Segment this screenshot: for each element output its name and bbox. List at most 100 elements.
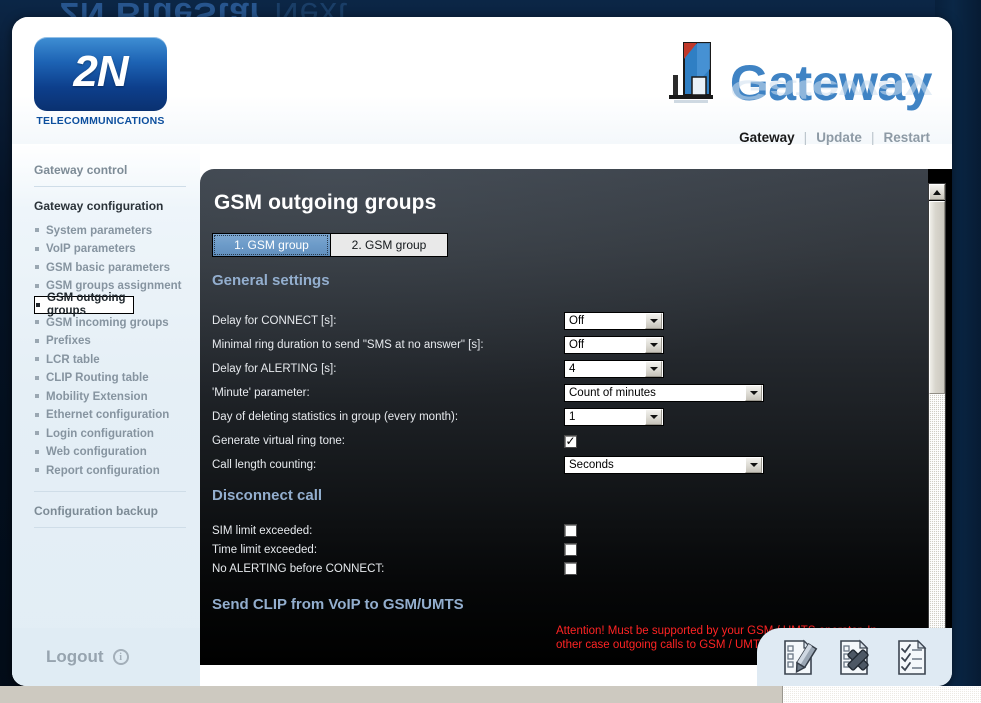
form-row-no-alerting-before-connect: No ALERTING before CONNECT: (212, 559, 928, 578)
checkbox-time-limit-exceeded[interactable] (564, 543, 577, 556)
chevron-down-icon[interactable] (645, 313, 662, 329)
label-sim-limit-exceeded: SIM limit exceeded: (212, 524, 313, 537)
checkbox-sim-limit-exceeded[interactable] (564, 524, 577, 537)
info-icon[interactable]: i (112, 649, 129, 665)
sidebar-divider-2 (34, 490, 186, 492)
sidebar-item-report-configuration[interactable]: Report configuration (34, 462, 186, 481)
form-row-min-ring-duration: Minimal ring duration to send "SMS at no… (212, 333, 928, 357)
form-row-delay-alerting: Delay for ALERTING [s]: 4 (212, 357, 928, 381)
label-time-limit-exceeded: Time limit exceeded: (212, 543, 318, 556)
topnav-item-restart[interactable]: Restart (883, 130, 930, 145)
disconnect-call-rows: SIM limit exceeded: Time limit exceeded:… (212, 521, 928, 578)
form-row-call-length-counting: Call length counting: Seconds (212, 453, 928, 477)
brand-logo: 2N TELECOMMUNICATIONS (34, 37, 167, 135)
topnav-separator-2: | (870, 130, 875, 145)
topnav-item-update[interactable]: Update (816, 130, 862, 145)
logo-badge: 2N (34, 37, 167, 111)
delete-document-icon[interactable] (834, 636, 876, 678)
product-name: Gateway (729, 55, 933, 111)
sidebar-section-gateway-configuration[interactable]: Gateway configuration (34, 196, 186, 222)
edit-document-icon[interactable] (778, 636, 820, 678)
sidebar-menu: System parameters VoIP parameters GSM ba… (34, 222, 186, 481)
label-delay-alerting: Delay for ALERTING [s]: (212, 363, 337, 375)
product-title-group: Gateway (664, 39, 933, 111)
label-virtual-ring-tone: Generate virtual ring tone: (212, 435, 345, 447)
sidebar-item-mobility-extension[interactable]: Mobility Extension (34, 388, 186, 407)
label-minute-parameter: 'Minute' parameter: (212, 387, 310, 399)
sidebar: Gateway control Gateway configuration Sy… (12, 144, 200, 686)
sidebar-item-gsm-basic-parameters[interactable]: GSM basic parameters (34, 259, 186, 278)
sidebar-item-gsm-outgoing-groups[interactable]: GSM outgoing groups (34, 292, 134, 317)
scrollbar-track[interactable] (929, 201, 945, 633)
scrollbar-inner (928, 183, 946, 651)
logout-label[interactable]: Logout (46, 647, 104, 667)
topnav-separator-1: | (803, 130, 808, 145)
chevron-down-icon[interactable] (645, 361, 662, 377)
status-strip-hatch (782, 686, 981, 703)
checkbox-no-alerting-before-connect[interactable] (564, 562, 577, 575)
topnav-item-gateway[interactable]: Gateway (739, 130, 795, 145)
sidebar-divider-1 (34, 186, 186, 187)
label-min-ring-duration: Minimal ring duration to send "SMS at no… (212, 339, 484, 351)
form-row-minute-parameter: 'Minute' parameter: Count of minutes (212, 381, 928, 405)
logo-text: 2N (73, 47, 128, 96)
header: 2N TELECOMMUNICATIONS Gateway Gateway Ga (12, 17, 952, 145)
select-min-ring-duration[interactable]: Off (564, 336, 664, 354)
tab-gsm-group-1[interactable]: 1. GSM group (212, 233, 330, 257)
app-card: 2N TELECOMMUNICATIONS Gateway Gateway Ga (12, 17, 952, 686)
gateway-door-icon (664, 39, 718, 111)
main-panel: GSM outgoing groups 1. GSM group 2. GSM … (200, 169, 952, 665)
chevron-down-icon[interactable] (745, 385, 762, 401)
label-call-length-counting: Call length counting: (212, 459, 317, 471)
select-call-length-counting[interactable]: Seconds (564, 456, 764, 474)
group-tabs: 1. GSM group 2. GSM group (212, 233, 448, 257)
select-min-ring-duration-value: Off (569, 339, 585, 351)
sidebar-section-configuration-backup[interactable]: Configuration backup (34, 501, 186, 527)
form-row-day-delete-statistics: Day of deleting statistics in group (eve… (212, 405, 928, 429)
form-row-delay-connect: Delay for CONNECT [s]: Off (212, 309, 928, 333)
sidebar-item-lcr-table[interactable]: LCR table (34, 351, 186, 370)
section-heading-disconnect-call: Disconnect call (212, 487, 323, 504)
select-minute-parameter-value: Count of minutes (569, 387, 656, 399)
bottom-status-strip (0, 686, 981, 703)
page-title: GSM outgoing groups (214, 191, 437, 214)
sidebar-item-system-parameters[interactable]: System parameters (34, 222, 186, 241)
sidebar-item-login-configuration[interactable]: Login configuration (34, 425, 186, 444)
select-delay-alerting[interactable]: 4 (564, 360, 664, 378)
select-day-delete-statistics[interactable]: 1 (564, 408, 664, 426)
sidebar-item-clip-routing-table[interactable]: CLIP Routing table (34, 370, 186, 389)
form-row-virtual-ring-tone: Generate virtual ring tone: ✓ (212, 429, 928, 453)
tab-gsm-group-2[interactable]: 2. GSM group (330, 233, 448, 257)
panel-scrollbar[interactable] (928, 169, 952, 665)
select-delay-alerting-value: 4 (569, 363, 576, 375)
select-delay-connect-value: Off (569, 315, 585, 327)
form-row-time-limit-exceeded: Time limit exceeded: (212, 540, 928, 559)
sidebar-item-prefixes[interactable]: Prefixes (34, 333, 186, 352)
select-minute-parameter[interactable]: Count of minutes (564, 384, 764, 402)
main-panel-body: GSM outgoing groups 1. GSM group 2. GSM … (200, 169, 928, 665)
sidebar-item-web-configuration[interactable]: Web configuration (34, 444, 186, 463)
section-heading-general-settings: General settings (212, 272, 330, 289)
chevron-down-icon[interactable] (645, 409, 662, 425)
check-icon: ✓ (565, 433, 576, 448)
sidebar-item-voip-parameters[interactable]: VoIP parameters (34, 241, 186, 260)
scrollbar-thumb[interactable] (929, 201, 945, 394)
general-settings-rows: Delay for CONNECT [s]: Off Minimal ring … (212, 309, 928, 477)
sidebar-item-ethernet-configuration[interactable]: Ethernet configuration (34, 407, 186, 426)
sidebar-section-gateway-control[interactable]: Gateway control (34, 160, 186, 186)
label-no-alerting-before-connect: No ALERTING before CONNECT: (212, 562, 385, 575)
checkbox-virtual-ring-tone[interactable]: ✓ (564, 433, 577, 448)
chevron-down-icon[interactable] (645, 337, 662, 353)
select-delay-connect[interactable]: Off (564, 312, 664, 330)
sidebar-divider-3 (34, 526, 186, 528)
section-heading-send-clip: Send CLIP from VoIP to GSM/UMTS (212, 596, 464, 613)
apply-checklist-icon[interactable] (890, 636, 932, 678)
select-call-length-counting-value: Seconds (569, 459, 614, 471)
logout-bar[interactable]: Logout i (12, 628, 200, 686)
sidebar-item-gsm-incoming-groups[interactable]: GSM incoming groups (34, 314, 186, 333)
select-day-delete-statistics-value: 1 (569, 411, 576, 423)
action-bar (757, 628, 952, 686)
scroll-up-button[interactable] (929, 184, 945, 200)
chevron-down-icon[interactable] (745, 457, 762, 473)
top-navigation[interactable]: Gateway | Update | Restart (739, 130, 930, 145)
